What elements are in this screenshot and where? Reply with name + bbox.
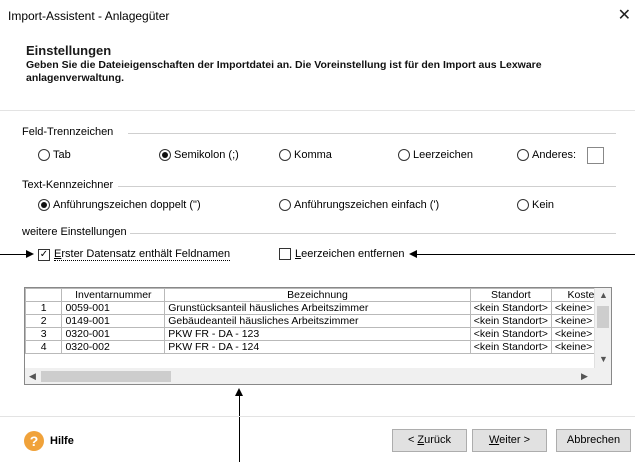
radio-tab-label: Tab bbox=[53, 149, 71, 161]
radio-single-quote[interactable]: Anführungszeichen einfach (') bbox=[279, 199, 439, 211]
cancel-button[interactable]: Abbrechen bbox=[556, 429, 631, 452]
table-row[interactable]: 3 0320-001 PKW FR - DA - 123 <kein Stand… bbox=[25, 327, 611, 341]
cell-description: Gebäudeanteil häusliches Arbeitszimmer bbox=[164, 314, 471, 328]
scrollbar-corner bbox=[594, 368, 611, 384]
cell-location: <kein Standort> bbox=[469, 314, 552, 328]
radio-comma-dot[interactable] bbox=[279, 149, 291, 161]
column-header-description[interactable]: Bezeichnung bbox=[164, 288, 471, 302]
checkbox-trim-spaces[interactable]: Leerzeichen entfernen bbox=[279, 248, 404, 260]
page-title: Einstellungen bbox=[26, 43, 112, 58]
checkbox-first-row-label: Erster Datensatz enthält Feldnamen bbox=[54, 248, 231, 261]
scroll-down-icon[interactable]: ▼ bbox=[599, 354, 608, 364]
cell-inventory-number: 0059-001 bbox=[61, 301, 166, 315]
cell-inventory-number: 0149-001 bbox=[61, 314, 166, 328]
cell-location: <kein Standort> bbox=[469, 340, 552, 354]
cell-location: <kein Standort> bbox=[469, 327, 552, 341]
cell-row-number: 3 bbox=[25, 327, 63, 341]
cell-row-number: 1 bbox=[25, 301, 63, 315]
radio-double-quote-label: Anführungszeichen doppelt (") bbox=[53, 199, 201, 211]
annotation-arrow-left-head bbox=[26, 250, 34, 258]
radio-comma-label: Komma bbox=[294, 149, 332, 161]
column-header-inventory-number[interactable]: Inventarnummer bbox=[61, 288, 166, 302]
scroll-left-icon[interactable]: ◀ bbox=[29, 371, 36, 382]
more-settings-group-label: weitere Einstellungen bbox=[22, 226, 131, 238]
field-separator-divider bbox=[128, 133, 616, 134]
radio-other[interactable]: Anderes: bbox=[517, 149, 576, 161]
help-icon[interactable]: ? bbox=[24, 431, 44, 451]
radio-semicolon[interactable]: Semikolon (;) bbox=[159, 149, 239, 161]
column-header-row-number[interactable] bbox=[25, 288, 63, 302]
title-bar: Import-Assistent - Anlagegüter ✕ bbox=[0, 0, 635, 31]
table-row[interactable]: 4 0320-002 PKW FR - DA - 124 <kein Stand… bbox=[25, 340, 611, 354]
text-qualifier-group-label: Text-Kennzeichner bbox=[22, 179, 118, 191]
radio-other-label: Anderes: bbox=[532, 149, 577, 161]
cell-inventory-number: 0320-001 bbox=[61, 327, 166, 341]
cell-description: PKW FR - DA - 123 bbox=[164, 327, 471, 341]
next-button[interactable]: Weiter > bbox=[472, 429, 547, 452]
close-icon[interactable]: ✕ bbox=[618, 5, 631, 25]
scroll-up-icon[interactable]: ▲ bbox=[599, 290, 608, 300]
window-title: Import-Assistent - Anlagegüter bbox=[8, 9, 170, 23]
scroll-right-icon[interactable]: ▶ bbox=[581, 371, 588, 382]
radio-semicolon-dot[interactable] bbox=[159, 149, 171, 161]
field-separator-group-label: Feld-Trennzeichen bbox=[22, 126, 118, 138]
checkbox-trim-spaces-label: Leerzeichen entfernen bbox=[295, 248, 405, 260]
preview-table: Inventarnummer Bezeichnung Standort Kost… bbox=[25, 288, 611, 354]
annotation-arrow-right-line bbox=[417, 254, 635, 255]
radio-comma[interactable]: Komma bbox=[279, 149, 332, 161]
text-qualifier-divider bbox=[118, 186, 616, 187]
radio-space-dot[interactable] bbox=[398, 149, 410, 161]
radio-space-label: Leerzeichen bbox=[413, 149, 473, 161]
cell-inventory-number: 0320-002 bbox=[61, 340, 166, 354]
table-row[interactable]: 1 0059-001 Grunstücksanteil häusliches A… bbox=[25, 301, 611, 315]
radio-none-label: Kein bbox=[532, 199, 555, 211]
annotation-arrow-up-line bbox=[239, 396, 240, 462]
radio-tab-dot[interactable] bbox=[38, 149, 50, 161]
checkbox-first-row-field-names[interactable]: ✓ Erster Datensatz enthält Feldnamen bbox=[38, 248, 231, 261]
cell-description: Grunstücksanteil häusliches Arbeitszimme… bbox=[164, 301, 471, 315]
horizontal-scroll-thumb[interactable] bbox=[41, 371, 171, 382]
radio-none[interactable]: Kein bbox=[517, 199, 554, 211]
cell-row-number: 2 bbox=[25, 314, 63, 328]
vertical-scrollbar[interactable]: ▲ ▼ bbox=[594, 288, 611, 368]
column-header-location[interactable]: Standort bbox=[469, 288, 552, 302]
table-header-row: Inventarnummer Bezeichnung Standort Kost… bbox=[25, 288, 611, 302]
check-icon[interactable]: ✓ bbox=[38, 248, 50, 261]
back-button[interactable]: < Zurück bbox=[392, 429, 467, 452]
page-description: Geben Sie die Dateieigenschaften der Imp… bbox=[26, 59, 542, 84]
table-row[interactable]: 2 0149-001 Gebäudeanteil häusliches Arbe… bbox=[25, 314, 611, 328]
help-link[interactable]: Hilfe bbox=[50, 435, 74, 447]
radio-none-dot[interactable] bbox=[517, 199, 529, 211]
radio-other-dot[interactable] bbox=[517, 149, 529, 161]
radio-single-quote-label: Anführungszeichen einfach (') bbox=[294, 199, 440, 211]
other-separator-input[interactable] bbox=[587, 147, 604, 164]
wizard-header: Einstellungen Geben Sie die Dateieigensc… bbox=[0, 31, 635, 111]
radio-tab[interactable]: Tab bbox=[38, 149, 71, 161]
horizontal-scrollbar[interactable]: ◀ ▶ bbox=[25, 368, 595, 384]
more-settings-divider bbox=[130, 233, 616, 234]
radio-double-quote[interactable]: Anführungszeichen doppelt (") bbox=[38, 199, 201, 211]
annotation-arrow-right-head bbox=[409, 250, 417, 258]
cell-row-number: 4 bbox=[25, 340, 63, 354]
radio-single-quote-dot[interactable] bbox=[279, 199, 291, 211]
radio-semicolon-label: Semikolon (;) bbox=[174, 149, 239, 161]
annotation-arrow-up-head bbox=[235, 388, 243, 396]
cell-description: PKW FR - DA - 124 bbox=[164, 340, 471, 354]
radio-double-quote-dot[interactable] bbox=[38, 199, 50, 211]
cell-location: <kein Standort> bbox=[469, 301, 552, 315]
preview-grid[interactable]: Inventarnummer Bezeichnung Standort Kost… bbox=[24, 287, 612, 385]
vertical-scroll-thumb[interactable] bbox=[597, 306, 609, 328]
footer-divider bbox=[0, 416, 635, 417]
radio-space[interactable]: Leerzeichen bbox=[398, 149, 473, 161]
annotation-arrow-left-line bbox=[0, 254, 26, 255]
checkbox-trim-spaces-box[interactable] bbox=[279, 248, 291, 260]
